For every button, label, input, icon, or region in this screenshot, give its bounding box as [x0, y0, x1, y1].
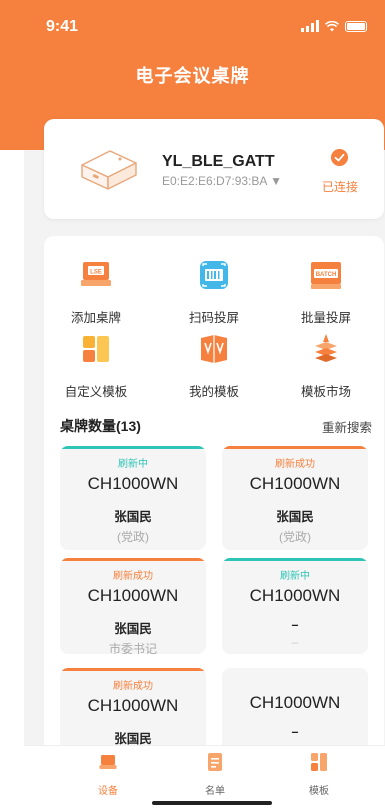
status-icons: [301, 20, 367, 32]
tile-model: CH1000WN: [249, 586, 341, 605]
add-nameplate-icon: LSE: [81, 262, 111, 286]
scan-qr-icon: [200, 261, 228, 289]
action-template-market[interactable]: 模板市场: [276, 332, 376, 400]
tile-status: [222, 677, 368, 689]
action-label: 添加桌牌: [70, 311, 121, 325]
action-label: 自定义模板: [64, 385, 128, 399]
tile-status: 刷新成功: [113, 571, 153, 582]
tile-status: 刷新成功: [275, 459, 315, 470]
device-tab-icon: [99, 755, 117, 769]
action-add-nameplate[interactable]: LSE 添加桌牌: [46, 258, 146, 326]
tile-model: CH1000WN: [87, 696, 179, 715]
status-bar-line: [222, 446, 368, 449]
batch-icon: BATCH: [311, 262, 341, 289]
tile-model: CH1000WN: [87, 474, 179, 493]
home-indicator: [152, 801, 272, 805]
template-market-icon: [315, 334, 337, 362]
action-label: 我的模板: [188, 385, 239, 399]
nameplate-tile[interactable]: 刷新中 CH1000WN 张国民 (党政): [60, 446, 206, 550]
nameplate-tile[interactable]: 刷新中 CH1000WN – –: [222, 558, 368, 654]
battery-icon: [345, 20, 367, 32]
tab-template[interactable]: 模板: [279, 752, 359, 797]
tile-dept: (党政): [279, 530, 311, 544]
tile-person: –: [291, 618, 299, 632]
svg-text:LSE: LSE: [90, 270, 102, 276]
tile-model: CH1000WN: [249, 693, 341, 712]
tile-dept: 市委书记: [108, 642, 157, 654]
svg-text:BATCH: BATCH: [316, 272, 337, 278]
action-label: 扫码投屏: [188, 311, 239, 325]
action-label: 模板市场: [300, 385, 351, 399]
device-mac-dropdown[interactable]: E0:E2:E6:D7:93:BA ▼: [162, 174, 282, 188]
connection-status: 已连接: [322, 180, 359, 194]
tab-label: 模板: [309, 786, 329, 797]
tab-label: 设备: [98, 786, 118, 797]
tab-device[interactable]: 设备: [68, 752, 148, 797]
device-name: YL_BLE_GATT: [162, 153, 275, 170]
custom-template-icon: [83, 336, 109, 362]
nameplate-tile[interactable]: 刷新成功 CH1000WN 张国民 (党政): [222, 446, 368, 550]
template-tab-icon: [311, 753, 327, 771]
device-card[interactable]: YL_BLE_GATT E0:E2:E6:D7:93:BA ▼ 已连接: [44, 119, 384, 219]
my-template-icon: [201, 335, 227, 363]
rescan-button[interactable]: 重新搜索: [322, 417, 372, 436]
wifi-icon: [325, 20, 339, 31]
action-batch[interactable]: BATCH 批量投屏: [276, 258, 376, 326]
action-my-template[interactable]: 我的模板: [164, 332, 264, 400]
status-bar-line: [60, 446, 206, 449]
device-image: [81, 150, 137, 190]
status-bar-line: [60, 668, 206, 671]
action-custom-template[interactable]: 自定义模板: [46, 332, 146, 400]
action-scan-qr[interactable]: 扫码投屏: [164, 258, 264, 326]
status-bar-line: [222, 558, 368, 561]
status-bar-line: [60, 558, 206, 561]
signal-icon: [301, 20, 319, 32]
status-time: 9:41: [46, 18, 79, 35]
tile-model: CH1000WN: [249, 474, 341, 493]
tile-person: 张国民: [276, 510, 314, 524]
nameplate-count-title: 桌牌数量(13): [60, 418, 141, 434]
list-tab-icon: [208, 753, 222, 771]
status-bar: 9:41: [0, 0, 385, 52]
tab-bar: 设备 名单 模板: [24, 745, 385, 808]
tile-status: 刷新中: [280, 571, 310, 582]
connected-check-icon: [331, 149, 348, 166]
main-card: LSE 添加桌牌 扫码投屏 BATCH 批量投屏 自定义模板 我的模板 模板市场…: [44, 236, 384, 758]
tile-person: 张国民: [114, 510, 152, 524]
page-title: 电子会议桌牌: [135, 66, 250, 86]
tile-status: 刷新中: [118, 459, 148, 470]
nameplate-tile[interactable]: 刷新成功 CH1000WN 张国民 市委书记: [60, 558, 206, 654]
action-label: 批量投屏: [300, 311, 351, 325]
app-screen: 9:41 电子会议桌牌 YL_BLE_GATT E0:E2:E6:D7:93:B…: [0, 0, 385, 808]
tile-person: –: [291, 725, 299, 739]
tile-dept: –: [291, 635, 299, 649]
tile-person: 张国民: [114, 622, 152, 636]
tab-list[interactable]: 名单: [175, 752, 255, 797]
tile-model: CH1000WN: [87, 586, 179, 605]
tile-dept: (党政): [117, 530, 149, 544]
tile-status: 刷新成功: [113, 681, 153, 692]
tab-label: 名单: [205, 786, 225, 797]
